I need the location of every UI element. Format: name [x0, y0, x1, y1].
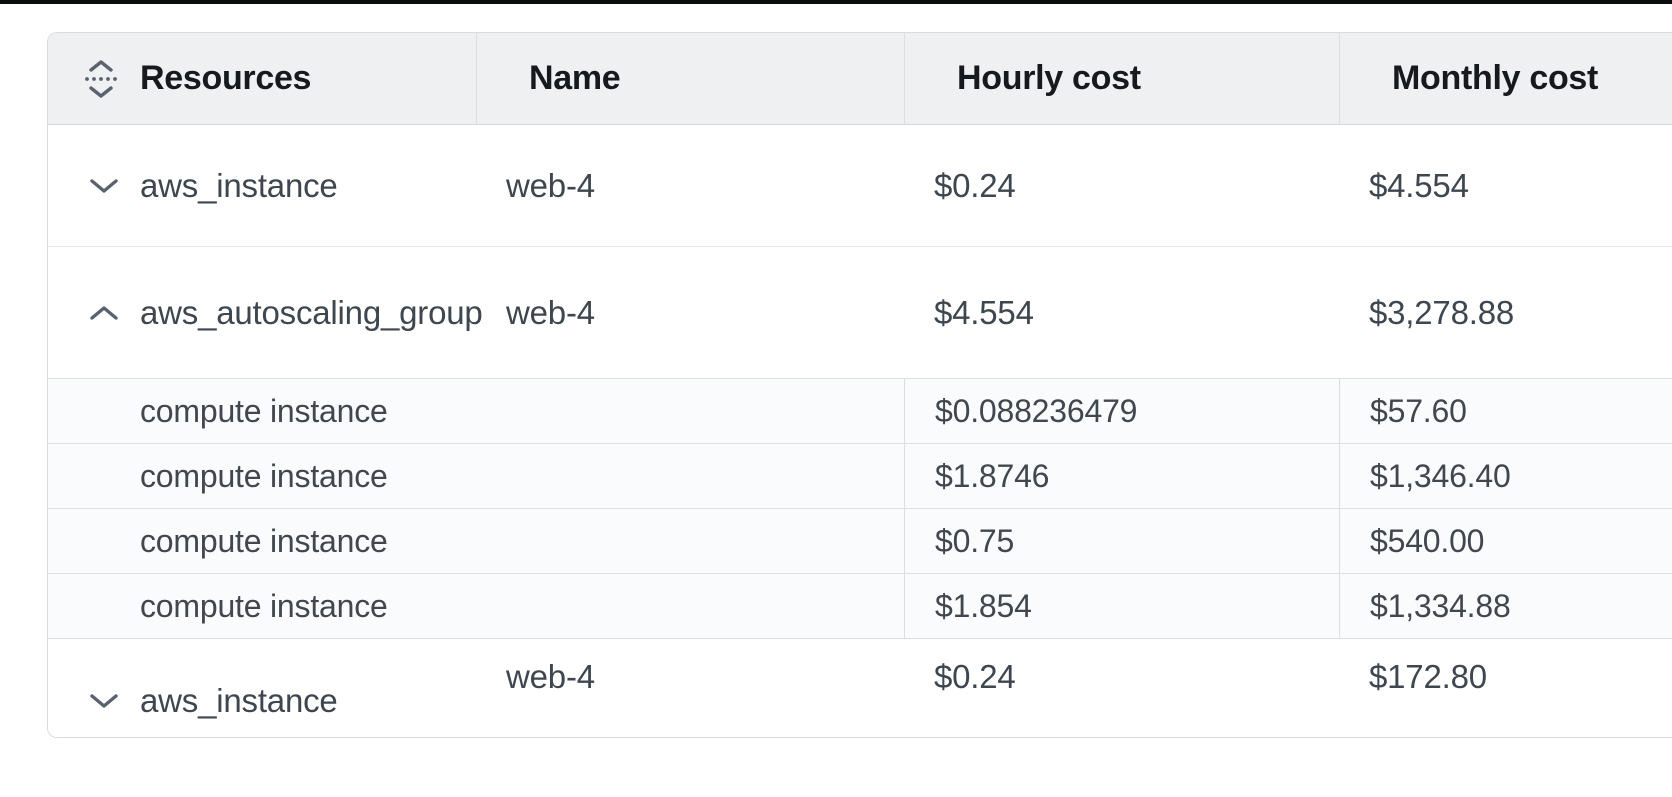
monthly-cost-value: $1,346.40	[1370, 458, 1511, 495]
chevron-down-icon[interactable]	[88, 176, 120, 196]
monthly-cost-value: $4.554	[1369, 167, 1469, 205]
resource-type: aws_instance	[140, 167, 338, 205]
subresource-label: compute instance	[140, 523, 388, 560]
table-subrow-compute-instance: compute instance $1.8746 $1,346.40	[48, 444, 1672, 509]
header-label-hourly-cost: Hourly cost	[957, 59, 1141, 98]
hourly-cost-value: $0.24	[934, 658, 1016, 696]
hourly-cost-value: $4.554	[934, 294, 1034, 332]
table-subrow-compute-instance: compute instance $1.854 $1,334.88	[48, 574, 1672, 639]
hourly-cost-value: $0.24	[934, 167, 1016, 205]
resource-type: aws_instance	[140, 682, 338, 720]
subresource-label: compute instance	[140, 458, 388, 495]
chevron-down-icon[interactable]	[88, 691, 120, 711]
hourly-cost-value: $0.75	[935, 523, 1014, 560]
table-subrow-compute-instance: compute instance $0.75 $540.00	[48, 509, 1672, 574]
header-cell-resources[interactable]: Resources	[48, 33, 476, 124]
header-cell-monthly-cost[interactable]: Monthly cost	[1339, 33, 1672, 124]
monthly-cost-value: $172.80	[1369, 658, 1487, 696]
resource-type: aws_autoscaling_group	[140, 294, 483, 332]
resource-name: web-4	[506, 167, 595, 205]
hourly-cost-value: $0.088236479	[935, 393, 1137, 430]
table-subrow-compute-instance: compute instance $0.088236479 $57.60	[48, 379, 1672, 444]
monthly-cost-value: $3,278.88	[1369, 294, 1514, 332]
resource-name: web-4	[506, 294, 595, 332]
subresource-label: compute instance	[140, 588, 388, 625]
header-label-name: Name	[529, 59, 620, 98]
monthly-cost-value: $540.00	[1370, 523, 1484, 560]
hourly-cost-value: $1.8746	[935, 458, 1049, 495]
table-header-row: Resources Name Hourly cost Monthly cost	[48, 33, 1672, 125]
table-row-aws-instance[interactable]: aws_instance web-4 $0.24 $4.554	[48, 125, 1672, 247]
cost-breakdown-table: Resources Name Hourly cost Monthly cost …	[47, 32, 1672, 738]
hourly-cost-value: $1.854	[935, 588, 1032, 625]
header-label-monthly-cost: Monthly cost	[1392, 59, 1598, 98]
header-cell-name[interactable]: Name	[476, 33, 904, 124]
header-label-resources: Resources	[140, 59, 311, 98]
resource-name: web-4	[506, 658, 595, 696]
monthly-cost-value: $57.60	[1370, 393, 1467, 430]
subresource-label: compute instance	[140, 393, 388, 430]
chevron-up-icon[interactable]	[88, 303, 120, 323]
header-cell-hourly-cost[interactable]: Hourly cost	[904, 33, 1339, 124]
monthly-cost-value: $1,334.88	[1370, 588, 1511, 625]
reorder-icon[interactable]	[84, 58, 118, 100]
top-border-line	[0, 0, 1672, 4]
table-row-aws-instance[interactable]: aws_instance web-4 $0.24 $172.80	[48, 639, 1672, 737]
table-row-aws-autoscaling-group[interactable]: aws_autoscaling_group web-4 $4.554 $3,27…	[48, 247, 1672, 379]
